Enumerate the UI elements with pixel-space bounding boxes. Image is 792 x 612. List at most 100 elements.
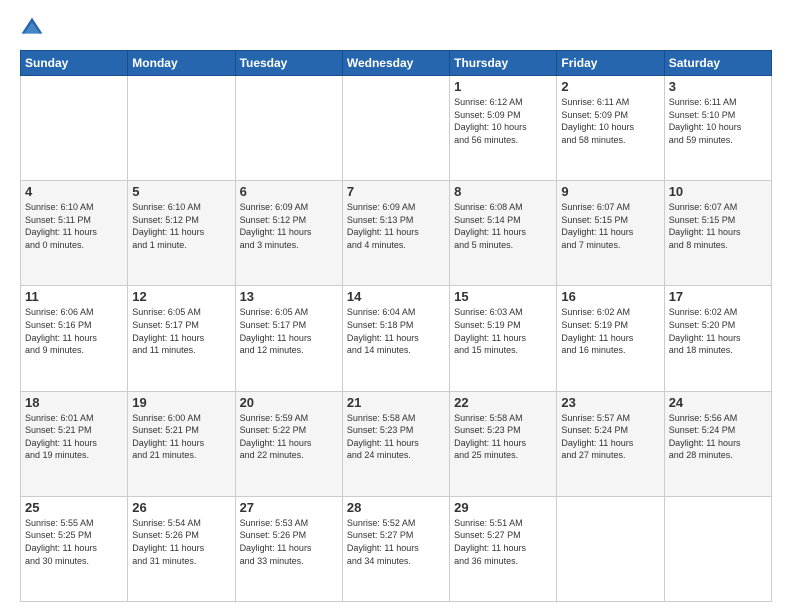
day-number: 9 xyxy=(561,184,659,199)
calendar-cell: 23 Sunrise: 5:57 AM Sunset: 5:24 PM Dayli… xyxy=(557,391,664,496)
day-number: 26 xyxy=(132,500,230,515)
col-header-saturday: Saturday xyxy=(664,51,771,76)
day-info: Sunrise: 6:00 AM Sunset: 5:21 PM Dayligh… xyxy=(132,412,230,462)
col-header-friday: Friday xyxy=(557,51,664,76)
calendar-cell xyxy=(664,496,771,601)
day-info: Sunrise: 6:12 AM Sunset: 5:09 PM Dayligh… xyxy=(454,96,552,146)
day-info: Sunrise: 6:05 AM Sunset: 5:17 PM Dayligh… xyxy=(132,306,230,356)
calendar-week-1: 1 Sunrise: 6:12 AM Sunset: 5:09 PM Daylig… xyxy=(21,76,772,181)
day-number: 2 xyxy=(561,79,659,94)
day-number: 11 xyxy=(25,289,123,304)
day-number: 4 xyxy=(25,184,123,199)
calendar-cell xyxy=(342,76,449,181)
day-number: 22 xyxy=(454,395,552,410)
calendar-cell: 22 Sunrise: 5:58 AM Sunset: 5:23 PM Dayli… xyxy=(450,391,557,496)
calendar-cell: 13 Sunrise: 6:05 AM Sunset: 5:17 PM Dayli… xyxy=(235,286,342,391)
day-info: Sunrise: 5:58 AM Sunset: 5:23 PM Dayligh… xyxy=(454,412,552,462)
day-number: 6 xyxy=(240,184,338,199)
col-header-wednesday: Wednesday xyxy=(342,51,449,76)
day-info: Sunrise: 5:56 AM Sunset: 5:24 PM Dayligh… xyxy=(669,412,767,462)
calendar-cell: 26 Sunrise: 5:54 AM Sunset: 5:26 PM Dayli… xyxy=(128,496,235,601)
day-number: 14 xyxy=(347,289,445,304)
day-info: Sunrise: 6:06 AM Sunset: 5:16 PM Dayligh… xyxy=(25,306,123,356)
day-number: 12 xyxy=(132,289,230,304)
day-info: Sunrise: 6:09 AM Sunset: 5:13 PM Dayligh… xyxy=(347,201,445,251)
day-number: 23 xyxy=(561,395,659,410)
calendar-week-2: 4 Sunrise: 6:10 AM Sunset: 5:11 PM Daylig… xyxy=(21,181,772,286)
day-info: Sunrise: 5:55 AM Sunset: 5:25 PM Dayligh… xyxy=(25,517,123,567)
day-number: 18 xyxy=(25,395,123,410)
calendar-cell: 28 Sunrise: 5:52 AM Sunset: 5:27 PM Dayli… xyxy=(342,496,449,601)
day-info: Sunrise: 6:11 AM Sunset: 5:10 PM Dayligh… xyxy=(669,96,767,146)
calendar-cell: 17 Sunrise: 6:02 AM Sunset: 5:20 PM Dayli… xyxy=(664,286,771,391)
col-header-sunday: Sunday xyxy=(21,51,128,76)
day-number: 17 xyxy=(669,289,767,304)
header xyxy=(20,16,772,40)
calendar-cell xyxy=(21,76,128,181)
day-number: 29 xyxy=(454,500,552,515)
calendar-cell: 29 Sunrise: 5:51 AM Sunset: 5:27 PM Dayli… xyxy=(450,496,557,601)
day-number: 1 xyxy=(454,79,552,94)
day-number: 20 xyxy=(240,395,338,410)
calendar-header-row: SundayMondayTuesdayWednesdayThursdayFrid… xyxy=(21,51,772,76)
calendar-cell: 7Sunrise: 6:09 AM Sunset: 5:13 PM Daylig… xyxy=(342,181,449,286)
day-info: Sunrise: 6:05 AM Sunset: 5:17 PM Dayligh… xyxy=(240,306,338,356)
day-number: 25 xyxy=(25,500,123,515)
day-number: 5 xyxy=(132,184,230,199)
calendar-cell: 9 Sunrise: 6:07 AM Sunset: 5:15 PM Daylig… xyxy=(557,181,664,286)
calendar-cell: 4 Sunrise: 6:10 AM Sunset: 5:11 PM Daylig… xyxy=(21,181,128,286)
day-number: 13 xyxy=(240,289,338,304)
calendar-week-3: 11 Sunrise: 6:06 AM Sunset: 5:16 PM Dayli… xyxy=(21,286,772,391)
day-info: Sunrise: 6:04 AM Sunset: 5:18 PM Dayligh… xyxy=(347,306,445,356)
day-number: 16 xyxy=(561,289,659,304)
day-number: 15 xyxy=(454,289,552,304)
calendar-cell: 2 Sunrise: 6:11 AM Sunset: 5:09 PM Daylig… xyxy=(557,76,664,181)
day-info: Sunrise: 6:02 AM Sunset: 5:20 PM Dayligh… xyxy=(669,306,767,356)
day-number: 8 xyxy=(454,184,552,199)
page: SundayMondayTuesdayWednesdayThursdayFrid… xyxy=(0,0,792,612)
calendar-cell: 12 Sunrise: 6:05 AM Sunset: 5:17 PM Dayli… xyxy=(128,286,235,391)
calendar-cell: 1 Sunrise: 6:12 AM Sunset: 5:09 PM Daylig… xyxy=(450,76,557,181)
calendar-cell: 21Sunrise: 5:58 AM Sunset: 5:23 PM Dayli… xyxy=(342,391,449,496)
day-number: 27 xyxy=(240,500,338,515)
day-info: Sunrise: 6:10 AM Sunset: 5:11 PM Dayligh… xyxy=(25,201,123,251)
calendar-cell: 16 Sunrise: 6:02 AM Sunset: 5:19 PM Dayli… xyxy=(557,286,664,391)
day-number: 3 xyxy=(669,79,767,94)
calendar-cell: 25 Sunrise: 5:55 AM Sunset: 5:25 PM Dayli… xyxy=(21,496,128,601)
day-info: Sunrise: 6:02 AM Sunset: 5:19 PM Dayligh… xyxy=(561,306,659,356)
day-info: Sunrise: 6:01 AM Sunset: 5:21 PM Dayligh… xyxy=(25,412,123,462)
calendar-cell: 3 Sunrise: 6:11 AM Sunset: 5:10 PM Daylig… xyxy=(664,76,771,181)
day-info: Sunrise: 5:52 AM Sunset: 5:27 PM Dayligh… xyxy=(347,517,445,567)
col-header-thursday: Thursday xyxy=(450,51,557,76)
day-number: 28 xyxy=(347,500,445,515)
day-info: Sunrise: 6:07 AM Sunset: 5:15 PM Dayligh… xyxy=(561,201,659,251)
calendar-cell: 24Sunrise: 5:56 AM Sunset: 5:24 PM Dayli… xyxy=(664,391,771,496)
calendar-cell: 27 Sunrise: 5:53 AM Sunset: 5:26 PM Dayli… xyxy=(235,496,342,601)
calendar-cell xyxy=(557,496,664,601)
calendar-cell: 18 Sunrise: 6:01 AM Sunset: 5:21 PM Dayli… xyxy=(21,391,128,496)
calendar-week-4: 18 Sunrise: 6:01 AM Sunset: 5:21 PM Dayli… xyxy=(21,391,772,496)
day-info: Sunrise: 6:09 AM Sunset: 5:12 PM Dayligh… xyxy=(240,201,338,251)
day-info: Sunrise: 5:53 AM Sunset: 5:26 PM Dayligh… xyxy=(240,517,338,567)
logo xyxy=(20,16,48,40)
calendar-cell: 19Sunrise: 6:00 AM Sunset: 5:21 PM Dayli… xyxy=(128,391,235,496)
calendar-cell: 15 Sunrise: 6:03 AM Sunset: 5:19 PM Dayli… xyxy=(450,286,557,391)
calendar-cell: 10 Sunrise: 6:07 AM Sunset: 5:15 PM Dayli… xyxy=(664,181,771,286)
col-header-monday: Monday xyxy=(128,51,235,76)
day-info: Sunrise: 5:54 AM Sunset: 5:26 PM Dayligh… xyxy=(132,517,230,567)
calendar-cell: 6 Sunrise: 6:09 AM Sunset: 5:12 PM Daylig… xyxy=(235,181,342,286)
day-info: Sunrise: 5:51 AM Sunset: 5:27 PM Dayligh… xyxy=(454,517,552,567)
day-number: 21 xyxy=(347,395,445,410)
calendar-week-5: 25 Sunrise: 5:55 AM Sunset: 5:25 PM Dayli… xyxy=(21,496,772,601)
day-info: Sunrise: 6:10 AM Sunset: 5:12 PM Dayligh… xyxy=(132,201,230,251)
day-info: Sunrise: 5:57 AM Sunset: 5:24 PM Dayligh… xyxy=(561,412,659,462)
day-info: Sunrise: 6:07 AM Sunset: 5:15 PM Dayligh… xyxy=(669,201,767,251)
calendar-cell: 8Sunrise: 6:08 AM Sunset: 5:14 PM Daylig… xyxy=(450,181,557,286)
calendar-cell: 14 Sunrise: 6:04 AM Sunset: 5:18 PM Dayli… xyxy=(342,286,449,391)
day-info: Sunrise: 5:59 AM Sunset: 5:22 PM Dayligh… xyxy=(240,412,338,462)
day-number: 10 xyxy=(669,184,767,199)
calendar-table: SundayMondayTuesdayWednesdayThursdayFrid… xyxy=(20,50,772,602)
day-info: Sunrise: 6:03 AM Sunset: 5:19 PM Dayligh… xyxy=(454,306,552,356)
calendar-cell xyxy=(128,76,235,181)
day-info: Sunrise: 6:11 AM Sunset: 5:09 PM Dayligh… xyxy=(561,96,659,146)
